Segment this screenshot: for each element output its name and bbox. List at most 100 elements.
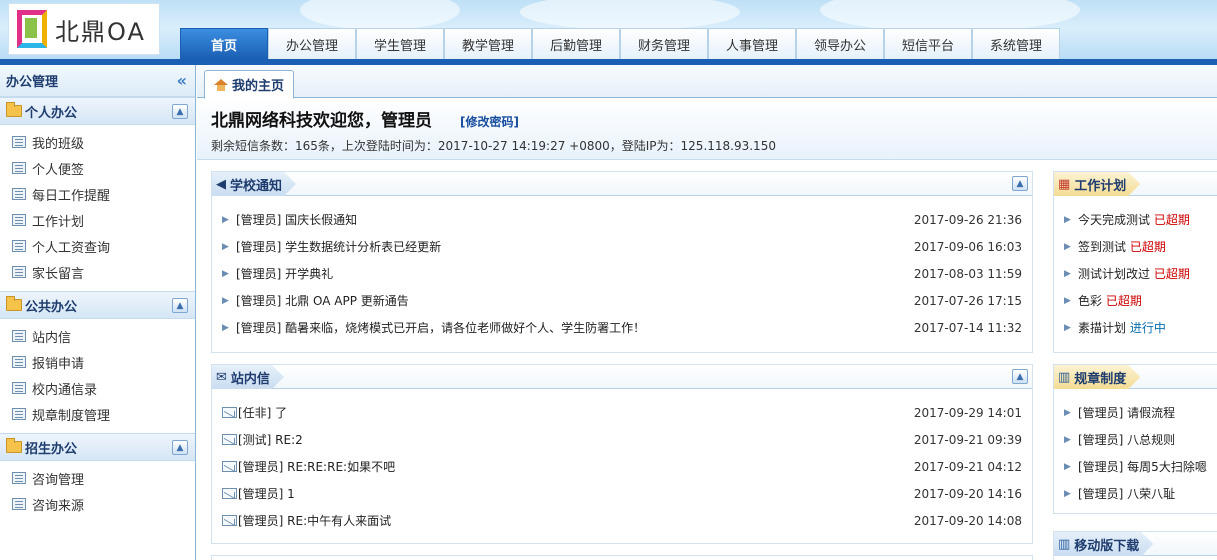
mail-date: 2017-09-20 14:08 [913, 513, 1022, 528]
calendar-icon: ▦ [1058, 176, 1071, 192]
notice-date: 2017-07-14 11:32 [913, 320, 1022, 335]
list-icon [12, 472, 26, 484]
nav-tab-sms[interactable]: 短信平台 [884, 28, 972, 59]
nav-tab-students[interactable]: 学生管理 [356, 28, 444, 59]
nav-tab-hr[interactable]: 人事管理 [708, 28, 796, 59]
sidebar-group-public[interactable]: 公共办公 ▲ [0, 291, 195, 319]
rules-row[interactable]: ▶ [管理员] 请假流程 [1054, 399, 1217, 426]
sidebar-item-expense[interactable]: 报销申请 [0, 349, 195, 375]
mail-row[interactable]: [管理员] RE:RE:RE:如果不吧 2017-09-21 04:12 [212, 453, 1032, 480]
notice-row[interactable]: ▶ [管理员] 开学典礼 2017-08-03 11:59 [212, 260, 1032, 287]
double-chevron-left-icon[interactable]: « [177, 71, 187, 90]
arrow-right-icon: ▶ [1064, 488, 1071, 499]
mail-text[interactable]: [管理员] RE:RE:RE:如果不吧 [238, 458, 914, 475]
book-icon: ▥ [1058, 536, 1071, 552]
sidebar-item-inbox[interactable]: 站内信 [0, 323, 195, 349]
notice-row[interactable]: ▶ [管理员] 酷暑来临，烧烤模式已开启，请各位老师做好个人、学生防署工作！ 201… [212, 314, 1032, 341]
rules-text[interactable]: [管理员] 八总规则 [1078, 431, 1207, 448]
collapse-up-icon[interactable]: ▲ [1012, 369, 1028, 384]
nav-tab-logistics[interactable]: 后勤管理 [532, 28, 620, 59]
mobile-panel-title[interactable]: ▥ 移动版下载 [1054, 532, 1153, 556]
plan-row[interactable]: ▶ 签到测试 已超期 [1054, 233, 1217, 260]
rules-text[interactable]: [管理员] 请假流程 [1078, 404, 1207, 421]
list-icon [12, 162, 26, 174]
nav-tab-system[interactable]: 系统管理 [972, 28, 1060, 59]
nav-tab-office[interactable]: 办公管理 [268, 28, 356, 59]
sidebar-menu-admissions: 咨询管理 咨询来源 [0, 461, 195, 523]
notice-text[interactable]: [管理员] 北鼎 OA APP 更新通告 [236, 292, 914, 309]
sidebar-group-admissions[interactable]: 招生办公 ▲ [0, 433, 195, 461]
notice-row[interactable]: ▶ [管理员] 国庆长假通知 2017-09-26 21:36 [212, 206, 1032, 233]
collapse-up-icon[interactable]: ▲ [172, 298, 188, 313]
notice-text[interactable]: [管理员] 开学典礼 [236, 265, 914, 282]
sidebar-item-daily-reminder[interactable]: 每日工作提醒 [0, 181, 195, 207]
mail-text[interactable]: [管理员] RE:中午有人来面试 [238, 512, 914, 529]
folder-icon [6, 438, 22, 453]
list-icon [12, 136, 26, 148]
plan-row[interactable]: ▶ 色彩 已超期 [1054, 287, 1217, 314]
collapse-up-icon[interactable]: ▲ [1012, 176, 1028, 191]
sidebar-item-label: 校内通信录 [32, 382, 98, 398]
speaker-icon: ◀ [216, 176, 226, 192]
plan-text[interactable]: 测试计划改过 [1078, 267, 1150, 281]
sidebar-item-inquiry[interactable]: 咨询管理 [0, 465, 195, 491]
sidebar-item-my-class[interactable]: 我的班级 [0, 129, 195, 155]
sidebar-group-label: 公共办公 [25, 299, 78, 315]
rules-row[interactable]: ▶ [管理员] 每周5大扫除嗯 [1054, 453, 1217, 480]
nav-tab-teaching[interactable]: 教学管理 [444, 28, 532, 59]
sidebar-item-notes[interactable]: 个人便签 [0, 155, 195, 181]
rules-text[interactable]: [管理员] 八荣八耻 [1078, 485, 1207, 502]
nav-tab-home[interactable]: 首页 [180, 28, 268, 59]
notice-text[interactable]: [管理员] 国庆长假通知 [236, 211, 914, 228]
plan-text[interactable]: 今天完成测试 [1078, 213, 1150, 227]
tab-my-homepage[interactable]: 我的主页 [204, 70, 294, 99]
collapse-up-icon[interactable]: ▲ [172, 104, 188, 119]
rules-row[interactable]: ▶ [管理员] 八总规则 [1054, 426, 1217, 453]
sidebar-group-personal[interactable]: 个人办公 ▲ [0, 97, 195, 125]
plan-row[interactable]: ▶ 测试计划改过 已超期 [1054, 260, 1217, 287]
notice-row[interactable]: ▶ [管理员] 学生数据统计分析表已经更新 2017-09-06 16:03 [212, 233, 1032, 260]
mail-row[interactable]: [测试] RE:2 2017-09-21 09:39 [212, 426, 1032, 453]
rules-text[interactable]: [管理员] 每周5大扫除嗯 [1078, 458, 1207, 475]
sidebar-item-label: 个人便签 [32, 162, 85, 178]
notice-date: 2017-07-26 17:15 [913, 293, 1022, 308]
sidebar-item-label: 家长留言 [32, 266, 85, 282]
arrow-right-icon: ▶ [1064, 268, 1071, 279]
plan-row[interactable]: ▶ 素描计划 进行中 [1054, 314, 1217, 341]
collapse-up-icon[interactable]: ▲ [172, 440, 188, 455]
mail-text[interactable]: [管理员] 1 [238, 485, 914, 502]
logo[interactable]: 北鼎OA [8, 3, 160, 55]
sidebar-item-work-plan[interactable]: 工作计划 [0, 207, 195, 233]
notice-text[interactable]: [管理员] 酷暑来临，烧烤模式已开启，请各位老师做好个人、学生防署工作！ [236, 319, 914, 336]
bottom-panel-partial [211, 555, 1033, 560]
sidebar-item-rules-mgmt[interactable]: 规章制度管理 [0, 401, 195, 427]
mail-row[interactable]: [管理员] RE:中午有人来面试 2017-09-20 14:08 [212, 507, 1032, 534]
rules-row[interactable]: ▶ [管理员] 八荣八耻 [1054, 480, 1217, 507]
notice-date: 2017-09-06 16:03 [913, 239, 1022, 254]
plan-text[interactable]: 签到测试 [1078, 240, 1126, 254]
list-icon [12, 498, 26, 510]
arrow-right-icon: ▶ [222, 295, 229, 306]
mail-text[interactable]: [测试] RE:2 [238, 431, 914, 448]
list-icon [12, 330, 26, 342]
sidebar-item-salary[interactable]: 个人工资查询 [0, 233, 195, 259]
mail-text[interactable]: [任非] 了 [238, 404, 914, 421]
sidebar-item-parent-messages[interactable]: 家长留言 [0, 259, 195, 285]
sidebar-item-inquiry-source[interactable]: 咨询来源 [0, 491, 195, 517]
plan-text[interactable]: 色彩 [1078, 294, 1102, 308]
plan-text[interactable]: 素描计划 [1078, 321, 1126, 335]
mail-row[interactable]: [任非] 了 2017-09-29 14:01 [212, 399, 1032, 426]
plan-row[interactable]: ▶ 今天完成测试 已超期 [1054, 206, 1217, 233]
sidebar-menu-public: 站内信 报销申请 校内通信录 规章制度管理 [0, 319, 195, 433]
nav-tab-leadership[interactable]: 领导办公 [796, 28, 884, 59]
change-password-link[interactable]: [修改密码] [460, 113, 519, 130]
mail-row[interactable]: [管理员] 1 2017-09-20 14:16 [212, 480, 1032, 507]
nav-tab-finance[interactable]: 财务管理 [620, 28, 708, 59]
arrow-right-icon: ▶ [222, 214, 229, 225]
plan-title-label: 工作计划 [1074, 178, 1127, 194]
sidebar-item-directory[interactable]: 校内通信录 [0, 375, 195, 401]
notice-row[interactable]: ▶ [管理员] 北鼎 OA APP 更新通告 2017-07-26 17:15 [212, 287, 1032, 314]
sidebar-item-label: 我的班级 [32, 136, 85, 152]
notice-text[interactable]: [管理员] 学生数据统计分析表已经更新 [236, 238, 914, 255]
sidebar-item-label: 个人工资查询 [32, 240, 111, 256]
